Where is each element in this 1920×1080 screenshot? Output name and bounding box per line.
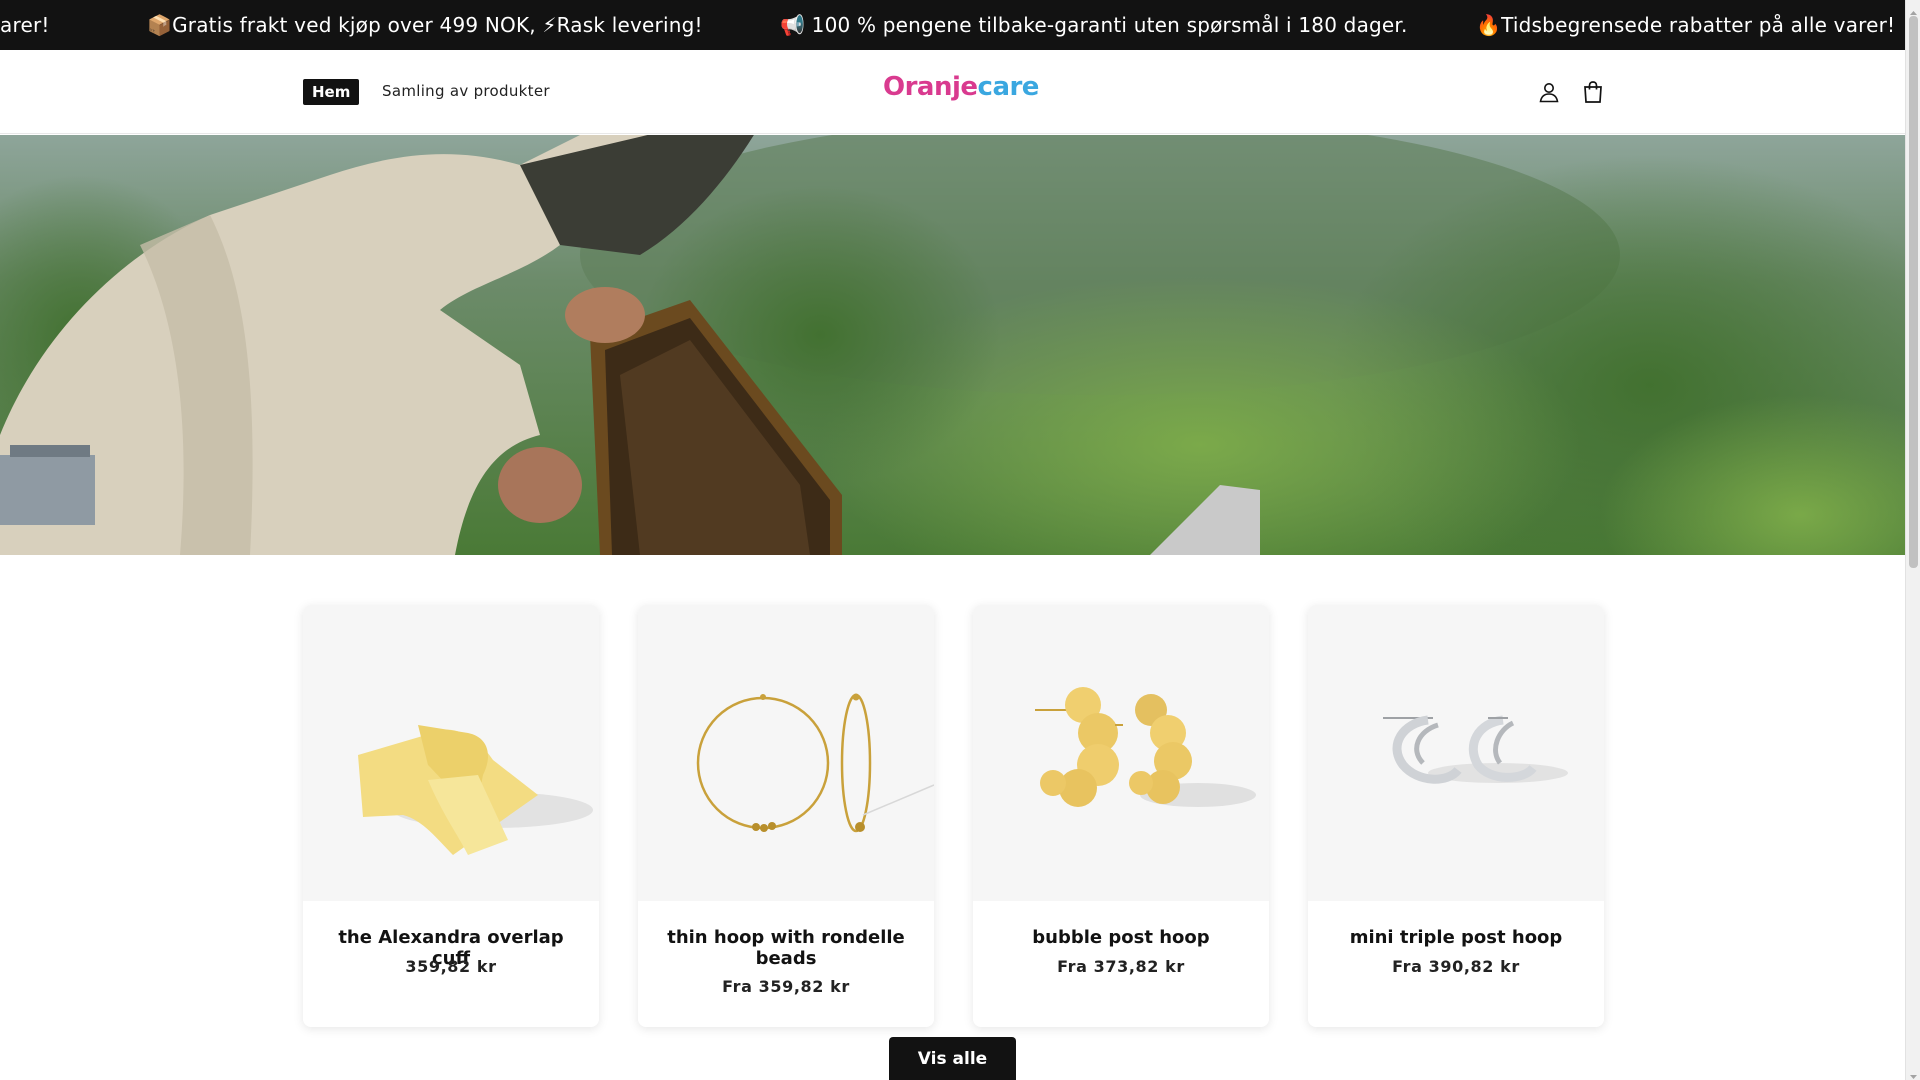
logo-text-part1: Oranje — [883, 72, 978, 102]
product-title[interactable]: mini triple post hoop — [1322, 927, 1590, 948]
product-image[interactable] — [303, 605, 599, 901]
scrollbar[interactable] — [1905, 0, 1920, 1080]
product-card[interactable]: mini triple post hoop Fra 390,82 kr — [1308, 605, 1604, 1027]
product-card[interactable]: the Alexandra overlap cuff 359,82 kr — [303, 605, 599, 1027]
nav-link-home[interactable]: Hem — [303, 79, 360, 105]
gold-bubble-hoop-image — [1035, 687, 1256, 807]
product-card[interactable]: thin hoop with rondelle beads Fra 359,82… — [638, 605, 934, 1027]
announcement-message: 🔥Tidsbegrensede rabatter på alle varer! — [1476, 13, 1896, 37]
view-all-button[interactable]: Vis alle — [889, 1037, 1016, 1080]
cart-icon[interactable] — [1578, 77, 1608, 107]
hero-image — [0, 135, 1905, 555]
gold-hoop-earrings-image — [696, 693, 934, 833]
announcement-message: arer! — [0, 13, 50, 37]
announcement-bar: arer! 📦Gratis frakt ved kjøp over 499 NO… — [0, 0, 1905, 50]
product-price: Fra 359,82 kr — [722, 977, 850, 996]
product-price: Fra 390,82 kr — [1392, 957, 1520, 976]
gold-cuff-image — [358, 725, 593, 855]
beekeeper-image — [0, 135, 1905, 555]
product-price: Fra 373,82 kr — [1057, 957, 1185, 976]
scroll-down-arrow-icon[interactable] — [1909, 1067, 1918, 1079]
account-icon[interactable] — [1534, 77, 1564, 107]
scrollbar-thumb[interactable] — [1909, 16, 1918, 568]
logo-text-part2: care — [977, 72, 1040, 102]
product-image[interactable] — [638, 605, 934, 901]
product-card[interactable]: bubble post hoop Fra 373,82 kr — [973, 605, 1269, 1027]
product-title[interactable]: bubble post hoop — [987, 927, 1255, 948]
product-image[interactable] — [1308, 605, 1604, 901]
product-title[interactable]: thin hoop with rondelle beads — [652, 927, 920, 969]
nav-link-collection[interactable]: Samling av produkter — [382, 82, 550, 100]
announcement-message: 📢 100 % pengene tilbake-garanti uten spø… — [780, 13, 1408, 37]
product-price: 359,82 kr — [405, 957, 497, 976]
scroll-up-arrow-icon[interactable] — [1909, 3, 1918, 15]
announcement-message: 📦Gratis frakt ved kjøp over 499 NOK, ⚡Ra… — [147, 13, 703, 37]
site-header: Hem Samling av produkter Oranjecare — [0, 50, 1905, 134]
brand-logo[interactable]: Oranjecare — [883, 72, 1039, 102]
product-image[interactable] — [973, 605, 1269, 901]
silver-triple-hoop-image — [1383, 715, 1568, 784]
